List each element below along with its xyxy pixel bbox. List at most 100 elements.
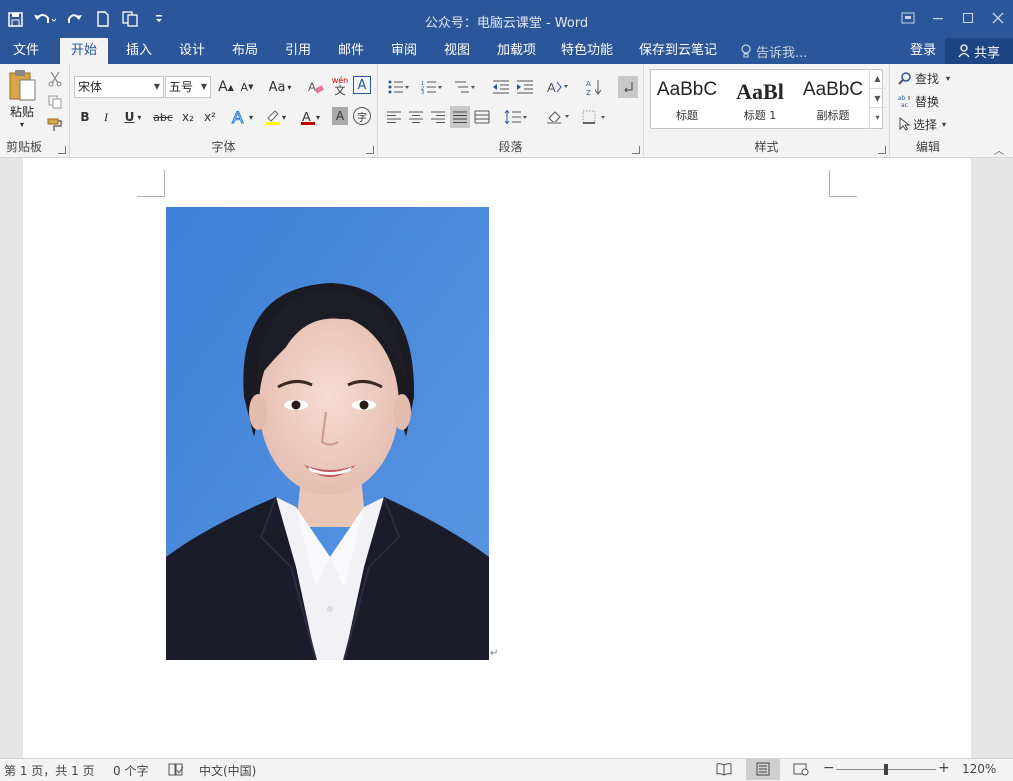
clipboard-launcher-icon[interactable]: [58, 146, 66, 154]
change-case-button[interactable]: Aa ▾: [265, 76, 295, 98]
login-link[interactable]: 登录: [910, 38, 936, 64]
paragraph-launcher-icon[interactable]: [632, 146, 640, 154]
language[interactable]: 中文(中国): [199, 762, 256, 779]
tab-home[interactable]: 开始: [60, 38, 109, 64]
strikethrough-button[interactable]: abc: [150, 106, 176, 128]
vertical-scrollbar[interactable]: [971, 158, 1013, 758]
style-title[interactable]: AaBbC 标题: [651, 70, 723, 128]
phonetic-guide-button[interactable]: wén 文: [329, 75, 351, 97]
superscript-button[interactable]: x²: [200, 106, 220, 128]
margin-mark-top-left: [137, 170, 165, 197]
font-name-value: 宋体: [78, 80, 103, 94]
highlight-button[interactable]: ▾: [260, 106, 290, 128]
tab-save-to-cloud[interactable]: 保存到云笔记: [639, 38, 717, 64]
styles-scroll: ▲ ▼ ▾: [869, 69, 885, 129]
chevron-up-icon[interactable]: ▲: [870, 69, 885, 88]
zoom-level[interactable]: 120%: [962, 762, 996, 776]
collapse-ribbon-icon[interactable]: ︿: [994, 142, 1004, 157]
tab-design[interactable]: 设计: [179, 38, 205, 64]
maximize-icon[interactable]: [953, 6, 983, 30]
increase-indent-icon[interactable]: [514, 76, 536, 98]
page-count[interactable]: 第 1 页，共 1 页: [4, 762, 95, 779]
style-subtitle[interactable]: AaBbC 副标题: [797, 70, 869, 128]
decrease-indent-icon[interactable]: [490, 76, 512, 98]
select-button[interactable]: 选择 ▾: [898, 113, 946, 135]
tab-layout[interactable]: 布局: [232, 38, 258, 64]
align-center-icon[interactable]: [406, 106, 426, 128]
subscript-button[interactable]: x₂: [178, 106, 198, 128]
select-label: 选择: [913, 117, 938, 132]
find-button[interactable]: 查找 ▾: [898, 67, 950, 89]
align-right-icon[interactable]: [428, 106, 448, 128]
clear-formatting-icon[interactable]: A: [306, 76, 326, 98]
font-launcher-icon[interactable]: [366, 146, 374, 154]
zoom-in-icon[interactable]: +: [938, 760, 950, 776]
phonetic-bottom: 文: [334, 83, 346, 97]
tab-addins[interactable]: 加载项: [497, 38, 536, 64]
text-effects-button[interactable]: A ▾: [228, 106, 256, 128]
share-button[interactable]: 共享: [945, 38, 1013, 64]
align-left-icon[interactable]: [384, 106, 404, 128]
tell-me-box[interactable]: 告诉我...: [740, 38, 807, 64]
font-color-button[interactable]: A ▾: [295, 106, 325, 128]
chinese-layout-icon[interactable]: A: [544, 76, 574, 98]
ribbon-display-options-icon[interactable]: [893, 6, 923, 30]
font-size-select[interactable]: 五号 ▼: [165, 76, 211, 98]
line-spacing-icon[interactable]: [500, 106, 532, 128]
style-name: 标题 1: [743, 109, 777, 122]
character-shading-button[interactable]: A: [332, 107, 348, 125]
font-name-select[interactable]: 宋体 ▼: [74, 76, 164, 98]
tab-file[interactable]: 文件: [13, 38, 39, 64]
format-painter-icon[interactable]: [45, 114, 65, 136]
style-name: 副标题: [816, 109, 850, 122]
style-heading-1[interactable]: AaBl 标题 1: [724, 70, 796, 128]
paragraph-shading-icon[interactable]: [542, 106, 574, 128]
clipboard-icon: [9, 70, 36, 101]
document-page[interactable]: ↵: [23, 158, 971, 758]
numbering-icon[interactable]: 123: [417, 76, 447, 98]
id-photo[interactable]: [166, 207, 489, 660]
cut-icon[interactable]: [45, 68, 65, 90]
borders-icon[interactable]: [578, 106, 610, 128]
svg-text:3: 3: [421, 90, 424, 94]
more-styles-icon[interactable]: ▾: [870, 107, 885, 127]
distributed-icon[interactable]: [472, 106, 492, 128]
replace-button[interactable]: ab ac 替换: [898, 90, 939, 112]
proofing-icon[interactable]: [168, 763, 184, 777]
word-count[interactable]: 0 个字: [113, 762, 148, 779]
enclose-characters-button[interactable]: 字: [353, 107, 371, 125]
shrink-font-icon[interactable]: A ▼: [237, 76, 257, 98]
zoom-slider-thumb[interactable]: [884, 764, 888, 775]
copy-icon[interactable]: [45, 91, 65, 113]
minimize-icon[interactable]: [923, 6, 953, 30]
styles-launcher-icon[interactable]: [878, 146, 886, 154]
underline-button[interactable]: U ▾: [120, 106, 146, 128]
italic-button[interactable]: I: [97, 106, 115, 128]
justify-icon[interactable]: [450, 106, 470, 128]
grow-font-icon[interactable]: A ▲: [216, 76, 236, 98]
character-border-button[interactable]: A: [353, 76, 371, 94]
bullets-icon[interactable]: [384, 76, 414, 98]
close-icon[interactable]: [983, 6, 1013, 30]
svg-text:A: A: [547, 80, 556, 95]
print-layout-icon[interactable]: [746, 759, 780, 780]
chevron-down-icon[interactable]: ▼: [870, 88, 885, 107]
tab-mailings[interactable]: 邮件: [338, 38, 364, 64]
tab-references[interactable]: 引用: [285, 38, 311, 64]
read-mode-icon[interactable]: [716, 762, 732, 776]
multilevel-list-icon[interactable]: [450, 76, 480, 98]
paste-button[interactable]: 粘贴 ▾: [4, 68, 40, 138]
tell-me-text: 告诉我...: [756, 45, 808, 61]
sort-icon[interactable]: AZ: [584, 76, 606, 98]
tab-review[interactable]: 审阅: [391, 38, 417, 64]
tab-view[interactable]: 视图: [444, 38, 470, 64]
show-formatting-marks-icon[interactable]: [618, 76, 638, 98]
svg-text:A: A: [232, 108, 244, 126]
web-layout-icon[interactable]: [793, 762, 809, 776]
tab-features[interactable]: 特色功能: [561, 38, 613, 64]
bold-button[interactable]: B: [76, 106, 94, 128]
chevron-down-icon: ▾: [942, 119, 947, 129]
tab-insert[interactable]: 插入: [126, 38, 152, 64]
zoom-out-icon[interactable]: −: [823, 760, 835, 776]
underline-label: U: [124, 110, 135, 124]
